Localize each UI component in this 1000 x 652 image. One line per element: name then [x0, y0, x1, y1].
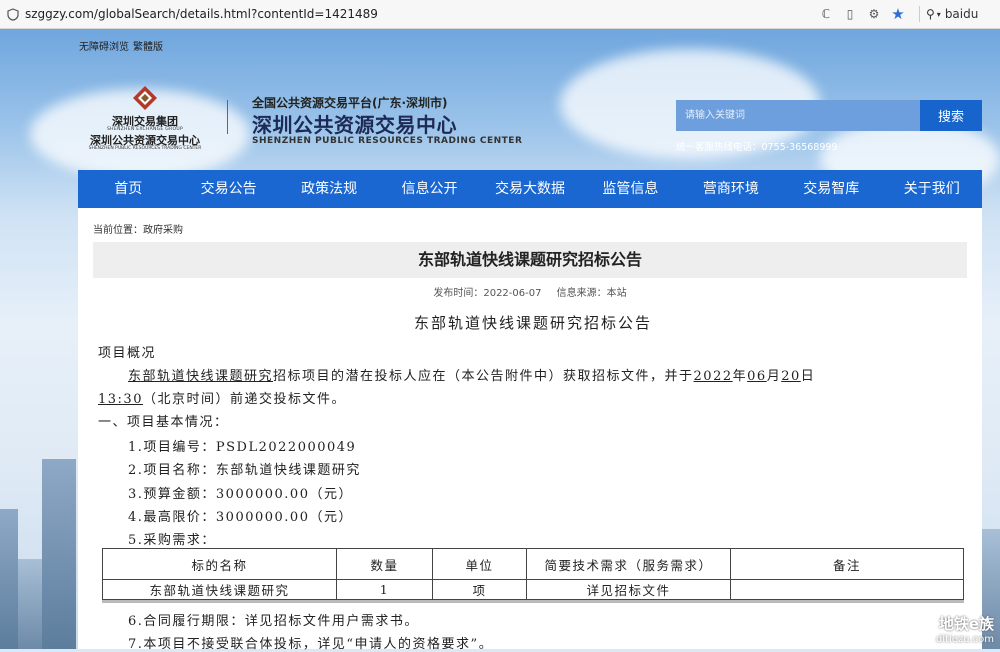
cell-subject: 东部轨道快线课题研究 — [102, 579, 337, 600]
cell-unit: 项 — [432, 579, 527, 600]
document-title: 东部轨道快线课题研究招标公告 — [413, 314, 652, 332]
table-scrollbar[interactable] — [102, 600, 964, 603]
reader-view-icon[interactable]: ▯ — [841, 5, 859, 23]
browser-search-box[interactable]: ⚲ ▾ baidu — [926, 4, 996, 24]
site-search: 搜索 — [676, 100, 982, 131]
deadline-month: 06 — [747, 369, 767, 384]
item-contract-period: 6.合同履行期限：详见招标文件用户需求书。 — [128, 614, 419, 629]
traditional-chinese-link[interactable]: 繁體版 — [133, 42, 163, 53]
shield-icon[interactable] — [6, 7, 20, 21]
item-no-consortium: 7.本项目不接受联合体投标，详见“申请人的资格要求”。 — [128, 637, 494, 652]
item-procurement-needs: 5.采购需求： — [128, 533, 216, 548]
year-unit: 年 — [732, 369, 748, 384]
deadline-year: 2022 — [693, 369, 733, 384]
info-source: 信息来源：本站 — [556, 288, 627, 299]
nav-item-policies[interactable]: 政策法规 — [279, 170, 379, 208]
item-project-name: 2.项目名称：东部轨道快线课题研究 — [128, 463, 361, 478]
para1-end: （北京时间）前递交投标文件。 — [142, 392, 346, 407]
platform-title-en: SHENZHEN PUBLIC RESOURCES TRADING CENTER — [252, 136, 523, 146]
nav-item-about[interactable]: 关于我们 — [882, 170, 982, 208]
nav-item-think-tank[interactable]: 交易智库 — [781, 170, 881, 208]
para1-line2: 13:30（北京时间）前递交投标文件。 — [98, 388, 346, 407]
table-header-row: 标的名称 数量 单位 简要技术需求（服务需求） 备注 — [102, 548, 964, 580]
platform-title: 深圳公共资源交易中心 — [252, 113, 457, 137]
col-header-quantity: 数量 — [336, 548, 433, 580]
read-aloud-icon[interactable]: ℂ — [817, 5, 835, 23]
nav-item-trade-notices[interactable]: 交易公告 — [178, 170, 278, 208]
section-basic-info: 一、项目基本情况： — [98, 415, 229, 430]
watermark: 地铁e族 ditiezu.com — [924, 613, 994, 645]
nav-item-business-env[interactable]: 营商环境 — [681, 170, 781, 208]
deadline-time: 13:30 — [98, 392, 143, 407]
col-header-unit: 单位 — [432, 548, 527, 580]
item-budget: 3.预算金额：3000000.00（元） — [128, 487, 353, 502]
main-nav: 首页 交易公告 政策法规 信息公开 交易大数据 监管信息 营商环境 交易智库 关… — [78, 170, 982, 208]
building-decoration — [42, 459, 76, 649]
cell-remarks — [730, 579, 964, 600]
building-decoration — [0, 509, 18, 649]
nav-item-supervision[interactable]: 监管信息 — [580, 170, 680, 208]
address-bar-url[interactable]: szggzy.com/globalSearch/details.html?con… — [25, 7, 378, 21]
center-name-en: SHENZHEN PUBLIC RESOURCES TRADING CENTER — [88, 146, 202, 151]
item-project-no: 1.项目编号：PSDL2022000049 — [128, 440, 357, 455]
content-panel: 当前位置：政府采购 东部轨道快线课题研究招标公告 发布时间：2022-06-07… — [78, 208, 982, 652]
exchange-group-logo[interactable]: 深圳交易集团 SHENZHEN EXCHANGE GROUP 深圳公共资源交易中… — [80, 84, 210, 154]
para1-line1: 东部轨道快线课题研究招标项目的潜在投标人应在（本公告附件中）获取招标文件，并于2… — [128, 365, 815, 384]
site-search-input[interactable] — [676, 100, 920, 131]
browser-toolbar: szggzy.com/globalSearch/details.html?con… — [0, 0, 1000, 29]
cell-quantity: 1 — [336, 579, 433, 600]
header-divider — [227, 100, 228, 134]
site-search-button[interactable]: 搜索 — [920, 100, 982, 131]
accessibility-link[interactable]: 无障碍浏览 — [79, 42, 129, 53]
deadline-day: 20 — [781, 369, 801, 384]
nav-item-disclosure[interactable]: 信息公开 — [379, 170, 479, 208]
requirements-table: 标的名称 数量 单位 简要技术需求（服务需求） 备注 东部轨道快线课题研究 1 … — [102, 548, 964, 600]
search-icon: ⚲ — [926, 7, 935, 21]
overview-heading: 项目概况 — [98, 346, 157, 361]
col-header-remarks: 备注 — [730, 548, 964, 580]
publish-time: 发布时间：2022-06-07 — [433, 288, 542, 299]
breadcrumb: 当前位置：政府采购 — [93, 225, 183, 236]
cell-requirements: 详见招标文件 — [526, 579, 731, 600]
nav-item-big-data[interactable]: 交易大数据 — [480, 170, 580, 208]
favorite-star-icon[interactable]: ★ — [889, 5, 907, 23]
toolbar-divider — [919, 6, 920, 22]
project-name-link: 东部轨道快线课题研究 — [128, 369, 274, 384]
translate-icon[interactable]: ⚙ — [865, 5, 883, 23]
day-unit: 日 — [800, 369, 816, 384]
col-header-requirements: 简要技术需求（服务需求） — [526, 548, 731, 580]
article-meta: 发布时间：2022-06-07 信息来源：本站 — [78, 284, 982, 299]
table-row: 东部轨道快线课题研究 1 项 详见招标文件 — [102, 579, 964, 600]
browser-tools: ℂ ▯ ⚙ ★ ⚲ ▾ baidu — [817, 0, 1000, 28]
exchange-group-logo-mark — [133, 86, 157, 110]
nav-item-home[interactable]: 首页 — [78, 170, 178, 208]
search-engine-label: baidu — [944, 7, 979, 21]
accessibility-links: 无障碍浏览 繁體版 — [79, 38, 167, 53]
item-max-price: 4.最高限价：3000000.00（元） — [128, 510, 353, 525]
watermark-cn: 地铁e族 — [938, 615, 994, 633]
chevron-down-icon: ▾ — [936, 9, 941, 19]
hotline-text: 统一客服热线电话：0755-36568999 — [676, 142, 838, 153]
article-title-bar: 东部轨道快线课题研究招标公告 — [93, 242, 967, 278]
article-title: 东部轨道快线课题研究招标公告 — [417, 250, 642, 269]
watermark-en: ditiezu.com — [935, 634, 994, 645]
para1-text: 招标项目的潜在投标人应在（本公告附件中）获取招标文件，并于 — [273, 369, 694, 384]
col-header-subject: 标的名称 — [102, 548, 337, 580]
month-unit: 月 — [766, 369, 782, 384]
